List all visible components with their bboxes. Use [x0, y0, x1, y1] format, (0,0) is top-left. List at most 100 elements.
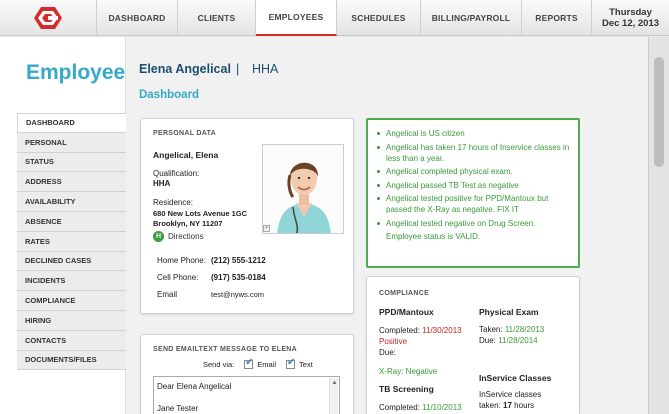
- scroll-up-icon[interactable]: ▲: [330, 378, 339, 387]
- status-line: Angelical passed TB Test as negative: [376, 180, 572, 191]
- xray-result: X-Ray: Negative: [379, 367, 438, 376]
- logo-icon: [34, 7, 62, 29]
- email-checkbox-label: Email: [257, 360, 277, 369]
- personal-data-title: PERSONAL DATA: [153, 130, 217, 137]
- nav-employees[interactable]: EMPLOYEES: [256, 0, 337, 36]
- cell-phone-row: Cell Phone: (917) 535-0184: [157, 273, 266, 282]
- inservice-heading: InService Classes: [479, 373, 552, 383]
- message-line: Dear Elena Angelical: [157, 382, 232, 391]
- status-valid-line: Employee status is VALID.: [386, 232, 481, 241]
- sidebar-item-status[interactable]: STATUS: [17, 152, 126, 173]
- physical-due-date: 11/28/2014: [498, 336, 538, 345]
- compliance-card: COMPLIANCE PPD/Mantoux Completed: 11/30/…: [366, 276, 580, 414]
- directions-icon: H: [153, 231, 164, 242]
- personal-name: Angelical, Elena: [153, 150, 219, 160]
- home-phone-value: (212) 555-1212: [211, 256, 266, 265]
- main-content: Elena Angelical | HHA Dashboard PERSONAL…: [126, 37, 669, 414]
- scrollbar-thumb[interactable]: [654, 57, 664, 167]
- status-line: Angelical has taken 17 hours of Inservic…: [376, 142, 572, 164]
- sidebar-item-hiring[interactable]: HIRING: [17, 310, 126, 331]
- text-checkbox[interactable]: [286, 357, 295, 369]
- sidebar-item-dashboard[interactable]: DASHBOARD: [17, 113, 126, 133]
- nav-clients[interactable]: CLIENTS: [178, 0, 256, 36]
- sidebar-item-personal[interactable]: PERSONAL: [17, 132, 126, 153]
- message-scrollbar[interactable]: ▲: [329, 378, 338, 414]
- status-line: Angelical tested negative on Drug Screen…: [376, 218, 572, 229]
- sidebar-item-address[interactable]: ADDRESS: [17, 172, 126, 193]
- employee-role: HHA: [252, 62, 279, 76]
- photo-enlarge-icon[interactable]: +: [263, 225, 270, 232]
- directions-link[interactable]: H Directions: [153, 231, 204, 242]
- sidebar-item-absence[interactable]: ABSENCE: [17, 211, 126, 232]
- logo[interactable]: [0, 0, 97, 36]
- ppd-completed: Completed: 11/30/2013: [379, 326, 462, 335]
- cell-phone-label: Cell Phone:: [157, 273, 199, 282]
- tb-heading: TB Screening: [379, 384, 434, 394]
- email-checkbox[interactable]: [244, 357, 254, 369]
- ppd-result: Positive: [379, 337, 408, 346]
- directions-label: Directions: [168, 232, 204, 241]
- page-scrollbar[interactable]: [648, 37, 669, 414]
- cell-phone-value: (917) 535-0184: [211, 273, 266, 282]
- status-summary: Angelical is US citizen Angelical has ta…: [366, 118, 580, 268]
- sidebar-item-documents-files[interactable]: DOCUMENTS/FILES: [17, 350, 126, 371]
- status-line: Angelical tested positive for PPD/Mantou…: [376, 193, 572, 215]
- inservice-taken: taken: 17 hours: [479, 401, 534, 410]
- nav-dashboard[interactable]: DASHBOARD: [97, 0, 178, 36]
- current-date: Thursday Dec 12, 2013: [592, 0, 669, 36]
- email-row: Email test@nyws.com: [157, 290, 264, 299]
- physical-taken-label: Taken:: [479, 325, 503, 334]
- tb-completed-label: Completed:: [379, 403, 420, 412]
- address-line1: 680 New Lots Avenue 1GC: [153, 209, 248, 218]
- home-phone-row: Home Phone: (212) 555-1212: [157, 256, 266, 265]
- inservice-hours: 17: [503, 401, 512, 410]
- ppd-due-label: Due:: [379, 348, 396, 357]
- inservice-line1: InService classes: [479, 390, 542, 399]
- current-date-label: Dec 12, 2013: [601, 18, 660, 29]
- header-separator: |: [236, 62, 240, 76]
- sidebar: Employee DASHBOARD PERSONAL STATUS ADDRE…: [0, 37, 126, 414]
- home-phone-label: Home Phone:: [157, 256, 206, 265]
- physical-due: Due: 11/28/2014: [479, 336, 538, 345]
- section-title: Dashboard: [139, 89, 200, 101]
- nav-reports[interactable]: REPORTS: [522, 0, 592, 36]
- inservice-taken-label: taken:: [479, 401, 501, 410]
- physical-taken-date: 11/28/2013: [504, 325, 545, 334]
- sidebar-item-incidents[interactable]: INCIDENTS: [17, 271, 126, 292]
- current-day-label: Thursday: [609, 7, 652, 18]
- qualification-label: Qualification:: [153, 169, 200, 178]
- ppd-completed-date: 11/30/2013: [422, 326, 462, 335]
- employee-photo: [262, 144, 344, 234]
- employee-name: Elena Angelical: [139, 62, 231, 76]
- qualification-value: HHA: [153, 179, 171, 188]
- tb-completed: Completed: 11/10/2013: [379, 403, 462, 412]
- physical-exam-heading: Physical Exam: [479, 307, 539, 317]
- email-value[interactable]: test@nyws.com: [211, 290, 264, 299]
- address-line2: Brooklyn, NY 11207: [153, 219, 223, 228]
- tb-completed-date: 11/10/2013: [422, 403, 462, 412]
- sidebar-item-availability[interactable]: AVAILABILITY: [17, 192, 126, 212]
- message-line: Jane Tester: [157, 404, 199, 413]
- ppd-completed-label: Completed:: [379, 326, 420, 335]
- send-message-title: SEND EMAILTEXT MESSAGE TO ELENA: [153, 346, 297, 353]
- personal-data-card: PERSONAL DATA Angelical, Elena Qualifica…: [140, 118, 354, 314]
- physical-taken: Taken: 11/28/2013: [479, 325, 544, 334]
- inservice-unit: hours: [514, 401, 535, 410]
- nav-schedules[interactable]: SCHEDULES: [337, 0, 421, 36]
- send-message-card: SEND EMAILTEXT MESSAGE TO ELENA Send via…: [140, 334, 354, 414]
- compliance-title: COMPLIANCE: [379, 290, 430, 297]
- send-via-options: Send via: Email Text: [203, 357, 313, 369]
- sidebar-item-compliance[interactable]: COMPLIANCE: [17, 291, 126, 311]
- status-line: Angelical is US citizen: [376, 128, 572, 139]
- page-title: Employee: [26, 61, 126, 84]
- physical-due-label: Due:: [479, 336, 496, 345]
- nav-billing-payroll[interactable]: BILLING/PAYROLL: [421, 0, 522, 36]
- nurse-photo-icon: [263, 145, 343, 233]
- side-menu: DASHBOARD PERSONAL STATUS ADDRESS AVAILA…: [17, 113, 126, 371]
- message-textarea[interactable]: Dear Elena Angelical Jane Tester ▲: [153, 376, 340, 414]
- sidebar-item-contacts[interactable]: CONTACTS: [17, 330, 126, 351]
- sidebar-item-declined-cases[interactable]: DECLINED CASES: [17, 251, 126, 272]
- top-nav: DASHBOARD CLIENTS EMPLOYEES SCHEDULES BI…: [0, 0, 669, 36]
- sidebar-item-rates[interactable]: RATES: [17, 231, 126, 252]
- residence-label: Residence:: [153, 198, 194, 207]
